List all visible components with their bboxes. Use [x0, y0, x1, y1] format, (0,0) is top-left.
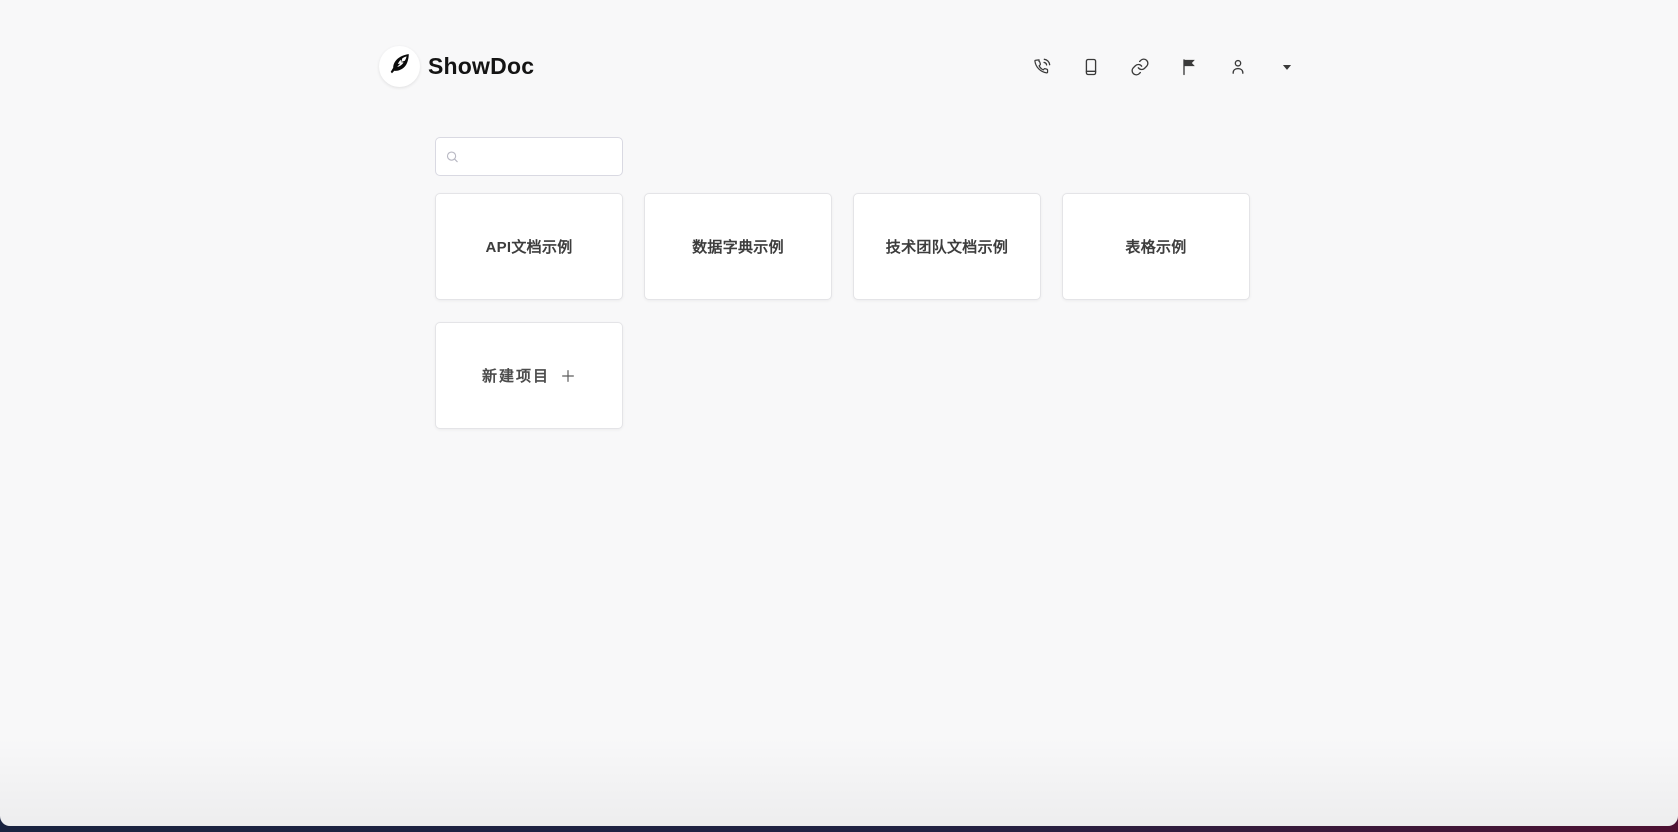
- main-content: API文档示例 数据字典示例 技术团队文档示例 表格示例 新建项目: [435, 137, 1253, 429]
- brand[interactable]: ShowDoc: [379, 46, 534, 87]
- logo-circle: [379, 46, 420, 87]
- phone-call-icon[interactable]: [1032, 57, 1052, 77]
- search-input[interactable]: [435, 137, 623, 176]
- page-background: ShowDoc API文档示例 数据字典示例 技术团队文档示例 表格示例 新建项…: [0, 0, 1678, 826]
- project-card-api-docs[interactable]: API文档示例: [435, 193, 623, 300]
- brand-name: ShowDoc: [428, 53, 535, 79]
- project-grid: API文档示例 数据字典示例 技术团队文档示例 表格示例 新建项目: [435, 193, 1253, 429]
- smartphone-icon[interactable]: [1081, 57, 1101, 77]
- feather-icon: [388, 52, 412, 81]
- plus-icon: [560, 368, 576, 384]
- header: ShowDoc: [379, 0, 1299, 87]
- project-card-table-example[interactable]: 表格示例: [1062, 193, 1250, 300]
- search-box: [435, 137, 623, 176]
- flag-icon[interactable]: [1179, 57, 1199, 77]
- project-card-title: 数据字典示例: [692, 239, 784, 256]
- link-icon[interactable]: [1130, 57, 1150, 77]
- caret-down-icon[interactable]: [1277, 57, 1297, 77]
- project-card-data-dictionary[interactable]: 数据字典示例: [644, 193, 832, 300]
- project-card-title: API文档示例: [485, 239, 573, 256]
- user-icon[interactable]: [1228, 57, 1248, 77]
- project-card-title: 表格示例: [1125, 239, 1187, 256]
- project-card-team-docs[interactable]: 技术团队文档示例: [853, 193, 1041, 300]
- header-toolbar: [1032, 57, 1299, 77]
- new-project-card[interactable]: 新建项目: [435, 322, 623, 429]
- new-project-label: 新建项目: [481, 368, 550, 385]
- project-card-title: 技术团队文档示例: [885, 239, 1009, 256]
